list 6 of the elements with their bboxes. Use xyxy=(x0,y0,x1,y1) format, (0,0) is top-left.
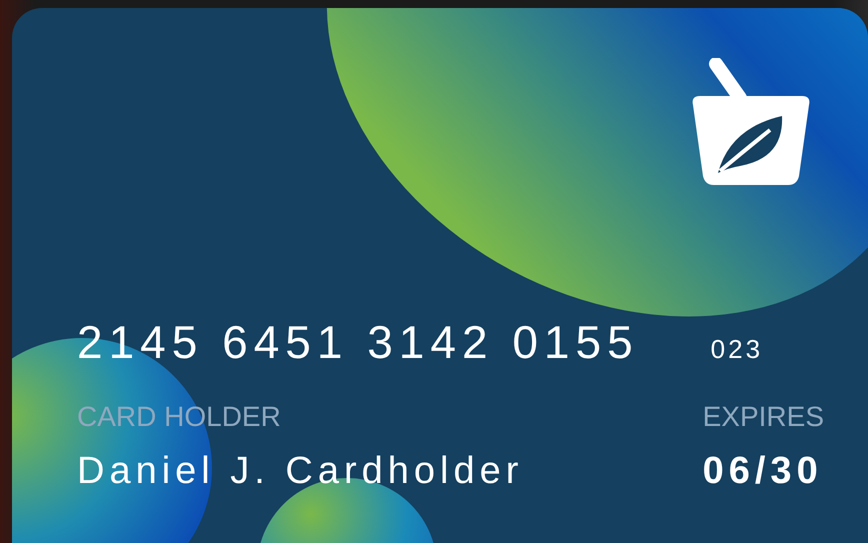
card-number: 2145 6451 3142 0155 xyxy=(77,315,639,370)
expiry-date: 06/30 xyxy=(702,449,824,494)
basket-leaf-logo-icon xyxy=(690,58,812,186)
card-cvv: 023 xyxy=(710,334,764,365)
expires-label: EXPIRES xyxy=(702,400,824,434)
card-holder-name: Daniel J. Cardholder xyxy=(77,449,524,494)
